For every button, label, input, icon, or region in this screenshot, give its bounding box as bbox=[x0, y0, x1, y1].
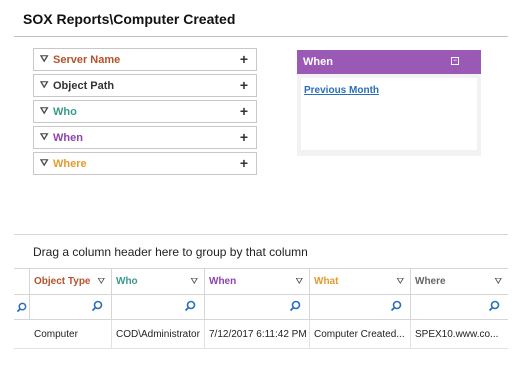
filter-label: Who bbox=[53, 105, 77, 118]
column-search-input[interactable] bbox=[310, 295, 411, 319]
table-cell: Computer Created... bbox=[310, 320, 411, 348]
row-indicator-header bbox=[14, 268, 30, 294]
column-filter-icon[interactable]: ⛛ bbox=[494, 276, 502, 287]
column-search-input[interactable] bbox=[205, 295, 310, 319]
collapse-icon[interactable]: − bbox=[451, 57, 459, 65]
table-row[interactable]: Computer COD\Administrator 7/12/2017 6:1… bbox=[14, 320, 508, 349]
previous-month-link[interactable]: Previous Month bbox=[304, 85, 379, 96]
when-panel-title: When bbox=[303, 56, 333, 68]
filter-label: Object Path bbox=[53, 79, 115, 92]
column-filter-icon[interactable]: ⛛ bbox=[97, 276, 105, 287]
filter-icon: ⛛ bbox=[40, 53, 49, 65]
when-filter-panel: When − Previous Month bbox=[297, 50, 481, 156]
expand-plus-icon[interactable]: + bbox=[240, 77, 248, 93]
column-filter-icon[interactable]: ⛛ bbox=[295, 276, 303, 287]
filter-where[interactable]: ⛛ Where + bbox=[33, 152, 257, 175]
column-header-where[interactable]: Where ⛛ bbox=[411, 268, 508, 294]
table-cell: COD\Administrator bbox=[112, 320, 205, 348]
group-by-hint: Drag a column header here to group by th… bbox=[33, 245, 308, 259]
expand-plus-icon[interactable]: + bbox=[240, 155, 248, 171]
column-header-what[interactable]: What ⛛ bbox=[310, 268, 411, 294]
when-panel-body: Previous Month bbox=[301, 78, 477, 150]
filter-icon: ⛛ bbox=[40, 131, 49, 143]
column-header-who[interactable]: Who ⛛ bbox=[112, 268, 205, 294]
report-grid: Object Type ⛛ Who ⛛ When ⛛ What ⛛ Where … bbox=[14, 268, 508, 349]
grid-header-row: Object Type ⛛ Who ⛛ When ⛛ What ⛛ Where … bbox=[14, 268, 508, 295]
expand-plus-icon[interactable]: + bbox=[240, 51, 248, 67]
filter-label: Where bbox=[53, 157, 87, 170]
column-filter-icon[interactable]: ⛛ bbox=[190, 276, 198, 287]
table-cell: Computer bbox=[30, 320, 112, 348]
filter-label: When bbox=[53, 131, 83, 144]
grid-filter-row bbox=[14, 295, 508, 320]
table-cell: 7/12/2017 6:11:42 PM bbox=[205, 320, 310, 348]
filter-who[interactable]: ⛛ Who + bbox=[33, 100, 257, 123]
search-icon bbox=[488, 300, 500, 312]
table-cell: SPEX10.www.co... bbox=[415, 328, 499, 340]
row-search-icon bbox=[14, 295, 30, 319]
filter-when[interactable]: ⛛ When + bbox=[33, 126, 257, 149]
search-icon bbox=[184, 300, 196, 312]
column-header-object-type[interactable]: Object Type ⛛ bbox=[30, 268, 112, 294]
row-indicator bbox=[14, 320, 30, 348]
column-search-input[interactable] bbox=[112, 295, 205, 319]
column-header-when[interactable]: When ⛛ bbox=[205, 268, 310, 294]
filter-icon: ⛛ bbox=[40, 157, 49, 169]
filter-icon: ⛛ bbox=[40, 105, 49, 117]
expand-plus-icon[interactable]: + bbox=[240, 103, 248, 119]
column-search-input[interactable] bbox=[30, 295, 112, 319]
column-filter-icon[interactable]: ⛛ bbox=[396, 276, 404, 287]
filter-server-name[interactable]: ⛛ Server Name + bbox=[33, 48, 257, 71]
filter-list: ⛛ Server Name + ⛛ Object Path + ⛛ Who + … bbox=[33, 48, 257, 178]
search-icon bbox=[91, 300, 103, 312]
filter-label: Server Name bbox=[53, 53, 121, 66]
group-by-area[interactable]: Drag a column header here to group by th… bbox=[14, 234, 508, 269]
page-title: SOX Reports\Computer Created bbox=[23, 11, 236, 27]
filter-object-path[interactable]: ⛛ Object Path + bbox=[33, 74, 257, 97]
column-search-input[interactable] bbox=[411, 295, 508, 319]
search-icon bbox=[390, 300, 402, 312]
when-panel-header: When − bbox=[297, 50, 481, 74]
search-icon bbox=[289, 300, 301, 312]
title-divider bbox=[14, 36, 508, 37]
expand-plus-icon[interactable]: + bbox=[240, 129, 248, 145]
filter-icon: ⛛ bbox=[40, 79, 49, 91]
